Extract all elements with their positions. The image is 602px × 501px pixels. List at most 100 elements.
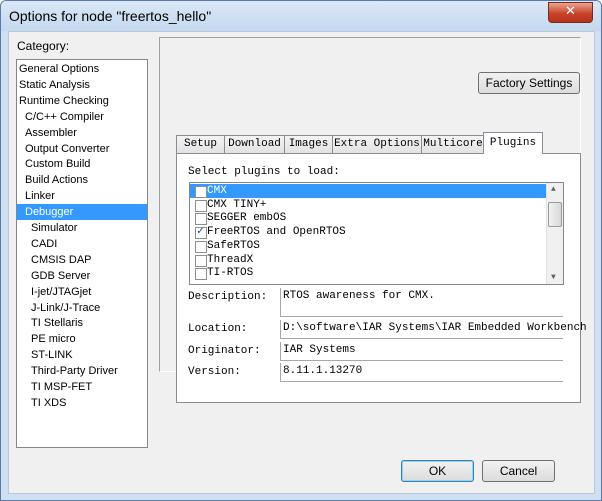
plugin-list[interactable]: TI-RTOS ThreadX SafeRTOS ✓ FreeRTOS and Open… xyxy=(189,182,564,285)
category-item-label: Static Analysis xyxy=(19,78,90,91)
plugin-checkbox[interactable] xyxy=(195,199,207,212)
category-item[interactable]: Build Actions xyxy=(17,172,147,188)
category-item[interactable]: Assembler xyxy=(17,125,147,141)
location-value: D:\software\IAR Systems\IAR Embedded Wor… xyxy=(283,322,587,334)
category-item[interactable]: CADI xyxy=(17,236,147,252)
plugins-prompt: Select plugins to load: xyxy=(188,166,340,178)
originator-value: IAR Systems xyxy=(283,344,356,356)
plugin-item[interactable]: CMX xyxy=(190,184,546,198)
description-underline xyxy=(280,316,563,317)
category-label: Category: xyxy=(17,39,70,53)
version-label: Version: xyxy=(188,366,241,378)
version-underline xyxy=(280,381,563,382)
category-item[interactable]: GDB Server xyxy=(17,268,147,284)
description-label: Description: xyxy=(188,291,268,303)
category-item-label: CMSIS DAP xyxy=(31,253,92,266)
version-field-border xyxy=(280,363,281,381)
category-item[interactable]: TI MSP-FET xyxy=(17,379,147,395)
category-item-label: Third-Party Driver xyxy=(31,365,118,378)
description-field-border xyxy=(280,288,281,316)
category-item-label: General Options xyxy=(19,63,100,75)
category-item-label: TI Stellaris xyxy=(31,317,83,330)
factory-settings-button[interactable]: Factory Settings xyxy=(478,72,580,94)
scroll-up-arrow-icon[interactable]: ▲ xyxy=(551,185,556,194)
category-item-label: Assembler xyxy=(25,126,77,139)
plugin-checkbox[interactable] xyxy=(195,254,207,267)
plugin-item[interactable]: SafeRTOS xyxy=(190,239,546,253)
version-value: 8.11.1.13270 xyxy=(283,365,363,377)
category-item-label: Debugger xyxy=(25,206,74,219)
category-item-label: J-Link/J-Trace xyxy=(31,301,101,314)
category-item[interactable]: ST-LINK xyxy=(17,347,147,363)
category-item-label: GDB Server xyxy=(31,269,91,282)
tab-setup[interactable]: Setup xyxy=(176,135,225,153)
plugin-item-label: SEGGER embOS xyxy=(207,212,287,225)
tab-extra-options[interactable]: Extra Options xyxy=(332,135,422,153)
close-icon: ✕ xyxy=(565,4,576,19)
cancel-button[interactable]: Cancel xyxy=(482,460,555,482)
plugin-item-label: CMX TINY+ xyxy=(207,198,267,211)
scrollbar-thumb[interactable] xyxy=(548,202,562,227)
category-item-label: TI MSP-FET xyxy=(31,381,93,393)
category-item-label: Build Actions xyxy=(25,174,88,187)
window-title: Options for node "freertos_hello" xyxy=(9,8,212,24)
category-item[interactable]: CMSIS DAP xyxy=(17,252,147,268)
category-item[interactable]: J-Link/J-Trace xyxy=(17,300,147,316)
plugin-checkbox[interactable]: ✓ xyxy=(195,226,207,240)
category-item[interactable]: PE micro xyxy=(17,331,147,347)
category-item-label: Custom Build xyxy=(25,158,91,171)
category-item-label: I-jet/JTAGjet xyxy=(31,285,92,298)
tab-images[interactable]: Images xyxy=(284,135,333,153)
plugin-item-label: TI-RTOS xyxy=(207,267,254,280)
category-item[interactable]: Debugger xyxy=(17,204,147,221)
category-item[interactable]: Third-Party Driver xyxy=(17,363,147,379)
plugin-list-scrollbar[interactable]: ▲ ▼ xyxy=(546,183,563,284)
location-label: Location: xyxy=(188,323,248,335)
category-item-label: CADI xyxy=(31,237,58,250)
ok-button[interactable]: OK xyxy=(401,460,474,482)
category-item[interactable]: TI XDS xyxy=(17,395,147,411)
location-underline xyxy=(280,338,563,339)
plugin-checkbox[interactable] xyxy=(195,240,207,253)
scroll-down-arrow-icon[interactable]: ▼ xyxy=(551,273,556,282)
category-item-label: PE micro xyxy=(31,333,76,346)
category-item-label: ST-LINK xyxy=(31,349,73,362)
plugin-item-label: ThreadX xyxy=(207,253,254,266)
category-item-label: TI XDS xyxy=(31,396,67,409)
tab-multicore[interactable]: Multicore xyxy=(421,135,485,153)
category-item[interactable]: Custom Build xyxy=(17,156,147,172)
category-item[interactable]: C/C++ Compiler xyxy=(17,109,147,125)
category-item[interactable]: Output Converter xyxy=(17,141,147,157)
category-item[interactable]: Linker xyxy=(17,188,147,204)
category-item[interactable]: Static Analysis xyxy=(17,77,147,93)
category-item-label: Runtime Checking xyxy=(19,94,109,107)
plugin-checkbox[interactable] xyxy=(195,186,207,198)
category-item-label: Simulator xyxy=(31,222,78,234)
tab-plugins[interactable]: Plugins xyxy=(483,132,543,154)
plugin-item-label: CMX xyxy=(207,185,227,197)
plugin-item[interactable]: CMX TINY+ xyxy=(190,198,546,212)
category-item[interactable]: General Options xyxy=(17,61,147,77)
originator-field-border xyxy=(280,342,281,360)
description-value: RTOS awareness for CMX. xyxy=(283,290,435,302)
plugin-item[interactable]: TI-RTOS xyxy=(190,266,546,281)
category-item[interactable]: I-jet/JTAGjet xyxy=(17,284,147,300)
checkmark-icon: ✓ xyxy=(197,226,204,239)
category-item-label: C/C++ Compiler xyxy=(25,110,104,123)
plugin-item[interactable]: ThreadX xyxy=(190,253,546,267)
category-item-label: Output Converter xyxy=(25,142,110,155)
plugin-checkbox[interactable] xyxy=(195,268,207,281)
close-button[interactable]: ✕ xyxy=(548,2,593,23)
plugin-item[interactable]: ✓ FreeRTOS and OpenRTOS xyxy=(190,225,546,240)
plugin-item-label: FreeRTOS and OpenRTOS xyxy=(207,226,346,239)
location-field-border xyxy=(280,320,281,338)
category-list[interactable]: General Options Static Analysis Runtime Ch… xyxy=(16,59,148,448)
originator-label: Originator: xyxy=(188,345,261,357)
category-item[interactable]: Simulator xyxy=(17,220,147,236)
plugin-item[interactable]: SEGGER embOS xyxy=(190,211,546,226)
category-item[interactable]: TI Stellaris xyxy=(17,315,147,331)
plugin-checkbox[interactable] xyxy=(195,213,207,226)
tab-download[interactable]: Download xyxy=(224,135,285,153)
category-item[interactable]: Runtime Checking xyxy=(17,93,147,109)
plugin-item-label: SafeRTOS xyxy=(207,239,260,252)
